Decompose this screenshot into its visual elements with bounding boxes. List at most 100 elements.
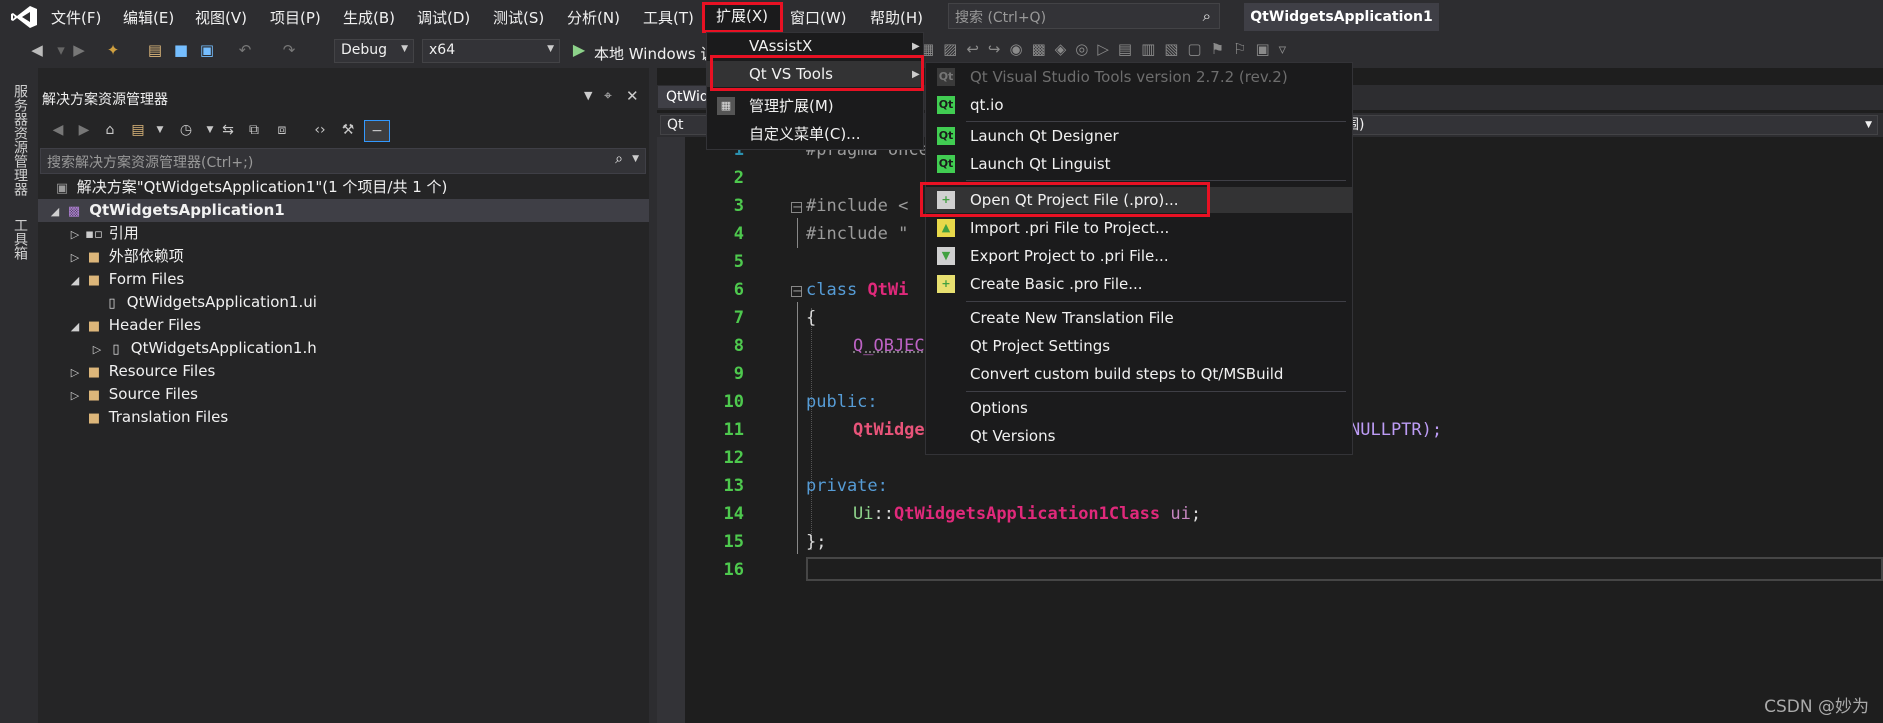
collapsed-icon: ▷ — [70, 366, 80, 379]
menu-build[interactable]: 生成(B) — [343, 7, 395, 27]
save-all-icon[interactable]: ▣ — [198, 41, 216, 59]
menu-item-label: Launch Qt Linguist — [970, 155, 1111, 173]
menu-item-project-settings[interactable]: Qt Project Settings — [926, 333, 1352, 359]
solution-tree: ▣ 解决方案"QtWidgetsApplication1"(1 个项目/共 1 … — [38, 176, 649, 429]
pending-changes-icon[interactable]: ◷ — [176, 120, 196, 140]
code-semicolon: ; — [1190, 504, 1202, 524]
search-input[interactable]: 搜索 (Ctrl+Q) ⌕ — [948, 3, 1220, 29]
menu-item-new-translation[interactable]: Create New Translation File — [926, 305, 1352, 331]
tree-item-resource-files[interactable]: ▷ ■ Resource Files — [38, 360, 649, 383]
expanded-icon: ◢ — [70, 320, 80, 333]
menu-item-customize-menu[interactable]: 自定义菜单(C)... — [707, 121, 923, 147]
tree-item-solution[interactable]: ▣ 解决方案"QtWidgetsApplication1"(1 个项目/共 1 … — [38, 176, 649, 199]
forward-icon[interactable]: ▶ — [70, 41, 88, 59]
search-icon: ⌕ — [615, 151, 623, 167]
code-line-14: Ui::QtWidgetsApplication1Class ui; — [853, 504, 1201, 524]
preview-icon[interactable]: − — [364, 120, 390, 142]
chevron-down-icon: ▼ — [1865, 120, 1872, 130]
folder-icon: ■ — [87, 273, 101, 288]
show-all-files-icon[interactable]: ⧈ — [272, 120, 292, 140]
menu-test[interactable]: 测试(S) — [493, 7, 544, 27]
menu-item-import-pri[interactable]: Import .pri File to Project... — [926, 215, 1352, 241]
line-number: 11 — [723, 420, 744, 440]
save-icon[interactable]: ■ — [172, 41, 190, 59]
menu-debug[interactable]: 调试(D) — [417, 7, 470, 27]
nav-member-dropdown[interactable]: 围) ▼ — [1338, 115, 1878, 135]
sync-icon[interactable]: ⇆ — [218, 120, 238, 140]
line-number: 2 — [733, 168, 744, 188]
nav-project-dropdown[interactable]: Qt — [660, 115, 710, 135]
run-icon[interactable]: ▶ — [570, 41, 588, 59]
pin-icon[interactable]: ⌖ — [604, 88, 612, 104]
highlight-box-extensions — [702, 2, 783, 33]
menu-view[interactable]: 视图(V) — [195, 7, 247, 27]
properties-icon[interactable]: ⚒ — [338, 120, 358, 140]
chevron-down-icon[interactable]: ▼ — [150, 120, 170, 140]
menu-window[interactable]: 窗口(W) — [790, 7, 847, 27]
configuration-dropdown[interactable]: Debug ▼ — [334, 39, 414, 63]
home-icon[interactable]: ⌂ — [100, 120, 120, 140]
undo-icon[interactable]: ↶ — [236, 41, 254, 59]
chevron-down-icon: ▼ — [632, 154, 639, 164]
tree-item-project[interactable]: ◢ ▩ QtWidgetsApplication1 — [38, 199, 649, 222]
view-code-icon[interactable]: ‹› — [310, 120, 330, 140]
menu-item-create-pro[interactable]: Create Basic .pro File... — [926, 271, 1352, 297]
collapsed-icon: ▷ — [70, 251, 80, 264]
line-number: 14 — [723, 504, 744, 524]
tree-item-references[interactable]: ▷ ▪▫ 引用 — [38, 222, 649, 245]
menu-help[interactable]: 帮助(H) — [870, 7, 923, 27]
platform-value: x64 — [429, 42, 456, 58]
solution-icon: ▣ — [55, 181, 69, 196]
close-icon[interactable]: ✕ — [626, 87, 639, 105]
menu-item-label: Create New Translation File — [970, 309, 1174, 327]
tree-item-header-files[interactable]: ◢ ■ Header Files — [38, 314, 649, 337]
run-target-label[interactable]: 本地 Windows 调 — [594, 43, 714, 64]
menu-item-launch-designer[interactable]: Launch Qt Designer — [926, 123, 1352, 149]
menu-item-label: Import .pri File to Project... — [970, 219, 1170, 237]
menu-item-launch-linguist[interactable]: Launch Qt Linguist — [926, 151, 1352, 177]
tree-item-label: 解决方案"QtWidgetsApplication1"(1 个项目/共 1 个) — [76, 178, 448, 196]
tree-item-form-files[interactable]: ◢ ■ Form Files — [38, 268, 649, 291]
back-icon[interactable]: ◀ — [28, 41, 46, 59]
tree-item-translation-files[interactable]: ■ Translation Files — [38, 406, 649, 429]
server-explorer-tab[interactable]: 服务器资源管理器 — [10, 84, 30, 196]
menu-item-convert-build-steps[interactable]: Convert custom build steps to Qt/MSBuild — [926, 361, 1352, 387]
back-icon[interactable]: ◀ — [48, 120, 68, 140]
tree-item-source-files[interactable]: ▷ ■ Source Files — [38, 383, 649, 406]
folder-icon: ■ — [87, 365, 101, 380]
current-line-highlight — [806, 557, 1883, 581]
fold-collapse-icon[interactable]: − — [791, 285, 803, 298]
forward-icon[interactable]: ▶ — [74, 120, 94, 140]
menu-analyze[interactable]: 分析(N) — [567, 7, 620, 27]
tree-item-ui-file[interactable]: ▯ QtWidgetsApplication1.ui — [38, 291, 649, 314]
switch-views-icon[interactable]: ▤ — [128, 120, 148, 140]
menu-item-manage-extensions[interactable]: 管理扩展(M) — [707, 93, 923, 119]
line-number: 5 — [733, 252, 744, 272]
tree-item-h-file[interactable]: ▷ ▯ QtWidgetsApplication1.h — [38, 337, 649, 360]
menu-item-qt-versions[interactable]: Qt Versions — [926, 423, 1352, 449]
toolbox-tab[interactable]: 工具箱 — [10, 218, 30, 260]
chevron-down-icon[interactable]: ▼ — [200, 120, 220, 140]
redo-icon[interactable]: ↷ — [280, 41, 298, 59]
chevron-down-icon: ▼ — [401, 44, 408, 54]
menu-item-label: Qt Versions — [970, 427, 1056, 445]
menu-file[interactable]: 文件(F) — [51, 7, 101, 27]
line-number: 4 — [733, 224, 744, 244]
panel-menu-icon[interactable]: ▼ — [584, 89, 592, 102]
forward-dropdown-icon[interactable]: ▾ — [52, 41, 70, 59]
menu-edit[interactable]: 编辑(E) — [123, 7, 174, 27]
menu-project[interactable]: 项目(P) — [270, 7, 321, 27]
line-number: 15 — [723, 532, 744, 552]
tree-item-external-deps[interactable]: ▷ ■ 外部依赖项 — [38, 245, 649, 268]
solution-search-input[interactable]: 搜索解决方案资源管理器(Ctrl+;) ⌕ ▼ — [40, 148, 646, 174]
new-project-icon[interactable]: ✦ — [104, 41, 122, 59]
menu-tools[interactable]: 工具(T) — [643, 7, 694, 27]
fold-collapse-icon[interactable]: − — [791, 201, 803, 214]
menu-item-qt-io[interactable]: qt.io — [926, 92, 1352, 118]
menu-item-options[interactable]: Options — [926, 395, 1352, 421]
platform-dropdown[interactable]: x64 ▼ — [422, 39, 560, 63]
code-line-8: Q_OBJEC — [853, 336, 925, 356]
open-icon[interactable]: ▤ — [146, 41, 164, 59]
collapse-all-icon[interactable]: ⧉ — [244, 120, 264, 140]
menu-item-export-pri[interactable]: Export Project to .pri File... — [926, 243, 1352, 269]
